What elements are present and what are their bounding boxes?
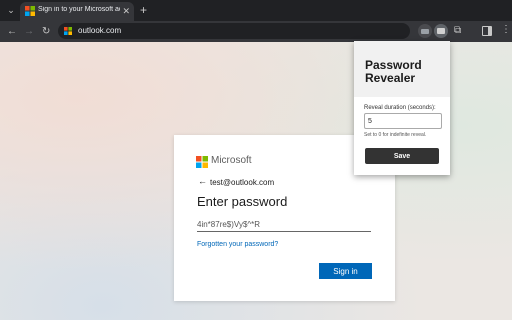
page-title: Enter password [197,194,288,209]
kebab-menu-icon[interactable]: ⋮ [501,25,511,35]
duration-label: Reveal duration (seconds): [364,105,436,111]
back-arrow-icon[interactable]: ← [7,25,17,38]
forward-arrow-icon[interactable]: → [24,25,34,38]
extension-toolbar-icon[interactable] [418,24,432,38]
duration-hint: Set to 0 for indefinite reveal. [364,132,427,138]
tab-title: Sign in to your Microsoft accou [38,6,120,13]
address-bar[interactable]: outlook.com [58,23,410,39]
brand-name: Microsoft [211,155,252,166]
sign-in-button[interactable]: Sign in [319,263,372,279]
tab-close-icon[interactable]: ✕ [122,5,130,17]
popup-title: Password Revealer [365,58,422,85]
password-input[interactable] [197,217,371,232]
tab-search-button[interactable]: ⌄ [4,3,18,17]
tab-active[interactable]: Sign in to your Microsoft accou ✕ [20,2,134,21]
forgot-password-link[interactable]: Forgotten your password? [197,241,278,248]
account-email[interactable]: test@outlook.com [210,178,274,187]
tab-strip: ⌄ Sign in to your Microsoft accou ✕ + [0,0,512,21]
password-revealer-extension-icon[interactable] [434,24,448,38]
puzzle-icon[interactable]: ⧉ [454,25,461,36]
back-arrow-icon[interactable]: ← [198,176,207,186]
extension-popup: Password Revealer Reveal duration (secon… [354,41,450,175]
microsoft-logo-icon [196,156,208,168]
save-button[interactable]: Save [365,148,439,164]
popup-header: Password Revealer [354,41,450,97]
site-favicon-icon [64,27,72,35]
duration-input[interactable] [364,113,442,129]
address-url: outlook.com [78,26,122,35]
reload-icon[interactable]: ↻ [42,25,50,38]
side-panel-icon[interactable] [482,26,492,36]
new-tab-button[interactable]: + [140,3,147,17]
microsoft-favicon-icon [25,6,35,16]
